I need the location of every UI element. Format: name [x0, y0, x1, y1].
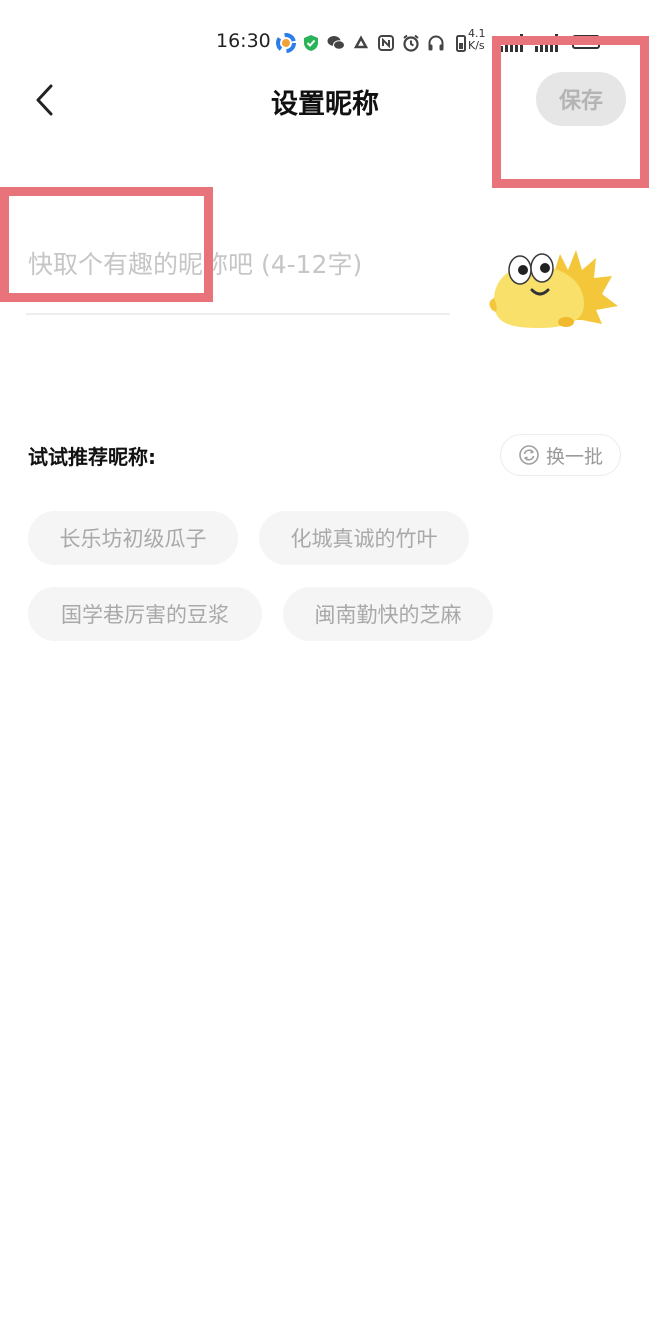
suggestions-title: 试试推荐昵称: — [28, 445, 156, 469]
status-bar: 16:30 4.1 K/s — [0, 24, 650, 64]
refresh-suggestions-button[interactable]: 换一批 — [500, 434, 621, 476]
signal-icon — [500, 34, 523, 52]
suggestion-chip[interactable]: 化城真诚的竹叶 — [259, 511, 469, 565]
refresh-label: 换一批 — [545, 445, 603, 468]
headphones-icon — [426, 33, 446, 53]
shield-check-icon — [301, 33, 321, 53]
nickname-input[interactable] — [26, 236, 450, 292]
input-underline — [26, 313, 450, 315]
nfc-icon — [376, 33, 396, 53]
network-speed: 4.1 K/s — [468, 28, 494, 52]
status-time: 16:30 — [216, 30, 271, 52]
status-icons — [276, 33, 471, 53]
signal-icon — [535, 34, 558, 52]
app-shortcut-icon — [276, 33, 296, 53]
nickname-input-section — [26, 236, 450, 315]
suggestion-chip[interactable]: 长乐坊初级瓜子 — [28, 511, 238, 565]
suggestion-chip[interactable]: 国学巷厉害的豆浆 — [28, 587, 262, 641]
alarm-icon — [401, 33, 421, 53]
suggestion-chip[interactable]: 闽南勤快的芝麻 — [283, 587, 493, 641]
mascot-illustration — [484, 240, 622, 332]
recycle-icon — [351, 33, 371, 53]
header: 设置昵称 保存 — [0, 64, 650, 138]
wechat-icon — [326, 33, 346, 53]
save-button[interactable]: 保存 — [536, 72, 626, 126]
refresh-icon — [519, 445, 539, 465]
network-speed-unit: K/s — [468, 39, 485, 52]
battery-icon — [572, 35, 603, 49]
